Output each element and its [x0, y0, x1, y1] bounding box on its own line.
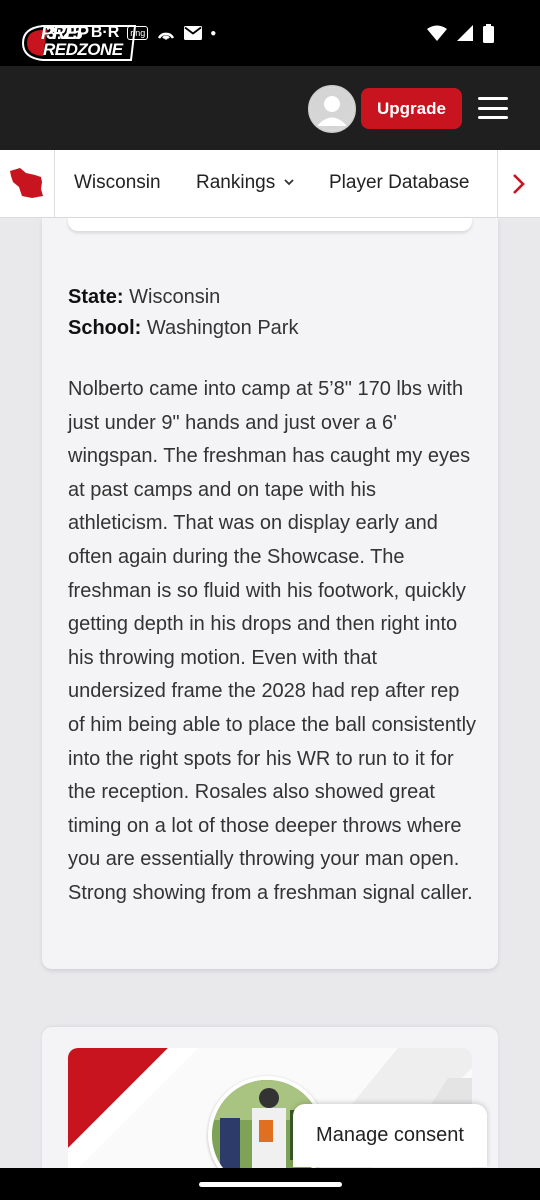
logo-text-redzone: REDZONE — [43, 40, 123, 59]
subnav-divider — [54, 150, 55, 218]
state-value: Wisconsin — [129, 286, 221, 308]
battery-icon — [483, 23, 494, 43]
state-label: State: — [68, 286, 124, 308]
upgrade-button[interactable]: Upgrade — [361, 88, 462, 129]
prep-redzone-logo[interactable]: PREP REDZONE — [21, 22, 139, 64]
nav-item-wisconsin[interactable]: Wisconsin — [74, 172, 161, 194]
state-info: State: Wisconsin — [68, 286, 220, 309]
subnav-divider — [497, 150, 498, 218]
user-avatar[interactable] — [308, 85, 356, 133]
school-info: School: Washington Park — [68, 317, 298, 340]
chevron-right-icon[interactable] — [510, 173, 528, 195]
wifi-icon — [427, 25, 447, 41]
player-header-card — [68, 218, 472, 231]
mail-icon — [184, 26, 203, 40]
school-label: School: — [68, 317, 142, 339]
evaluation-text: Nolberto came into camp at 5’8" 170 lbs … — [68, 378, 477, 904]
wisconsin-state-icon[interactable] — [8, 165, 46, 201]
chevron-down-icon[interactable] — [283, 176, 295, 188]
user-avatar-icon — [310, 87, 354, 131]
nav-item-player-database[interactable]: Player Database — [329, 172, 469, 194]
manage-consent-button[interactable]: Manage consent — [293, 1104, 487, 1167]
hamburger-menu-icon[interactable] — [478, 95, 508, 121]
hotspot-icon — [158, 32, 175, 40]
nav-item-rankings[interactable]: Rankings — [196, 172, 275, 194]
status-system-icons — [427, 23, 494, 43]
signal-icon — [457, 25, 473, 41]
school-value: Washington Park — [146, 317, 299, 339]
home-gesture-handle[interactable] — [199, 1182, 342, 1187]
more-notifications-icon: ● — [210, 27, 217, 39]
